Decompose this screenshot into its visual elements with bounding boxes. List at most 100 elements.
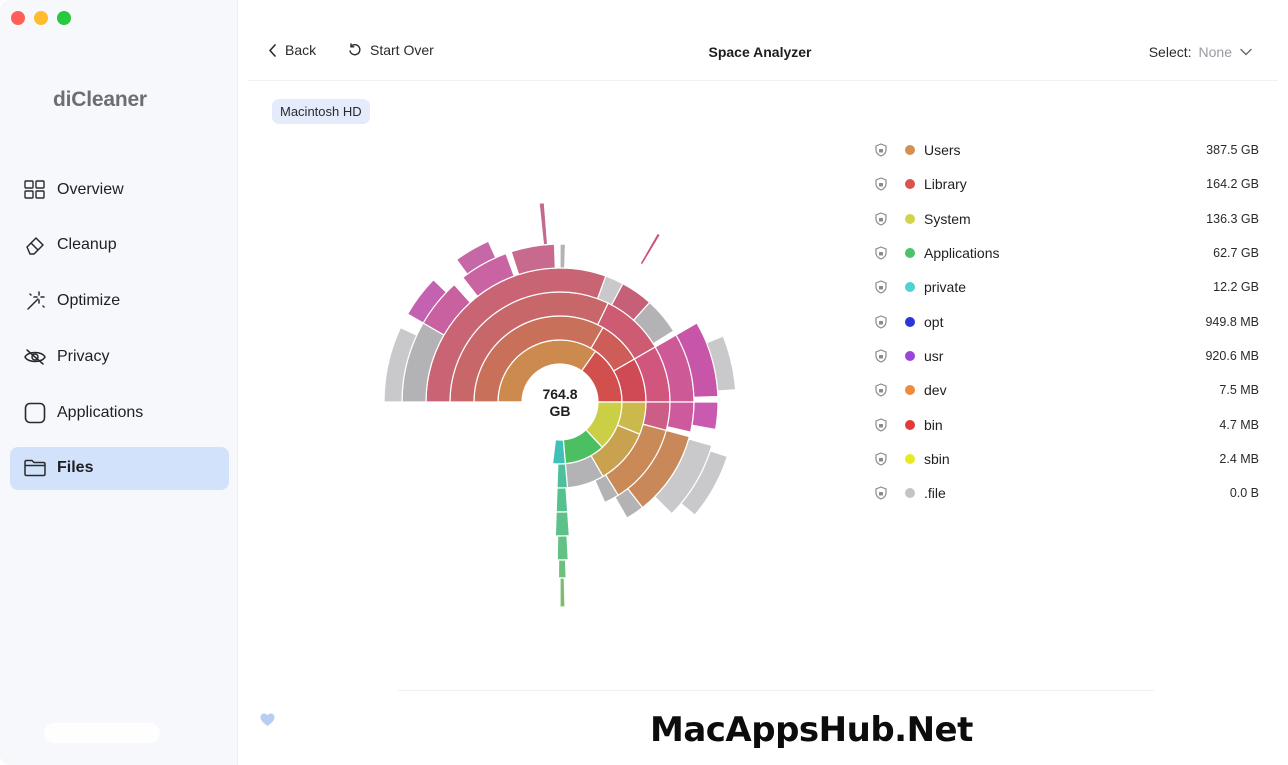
- select-dropdown[interactable]: Select: None: [1149, 44, 1252, 60]
- app-name: diCleaner: [53, 88, 147, 111]
- chevron-down-icon: [1240, 48, 1252, 56]
- sunburst-segment[interactable]: [639, 232, 662, 266]
- legend-color-dot: [905, 248, 915, 259]
- sidebar-item-label: Optimize: [57, 292, 121, 310]
- legend-row-system[interactable]: System 136.3 GB: [874, 202, 1262, 236]
- sunburst-segment[interactable]: [559, 243, 567, 269]
- legend-folder-name: sbin: [924, 450, 950, 467]
- legend-row-dev[interactable]: dev 7.5 MB: [874, 373, 1262, 407]
- legend-folder-size: 920.6 MB: [1205, 348, 1259, 363]
- sidebar-item-overview[interactable]: Overview: [10, 168, 229, 211]
- toolbar: Back Start Over Space Analyzer Select: N…: [248, 28, 1278, 80]
- shield-icon[interactable]: [874, 348, 888, 364]
- legend-folder-name: private: [924, 279, 967, 296]
- eye-slash-icon: [24, 346, 46, 368]
- sunburst-segment[interactable]: [538, 201, 549, 246]
- sunburst-segment[interactable]: [666, 401, 695, 433]
- sidebar-item-privacy[interactable]: Privacy: [10, 335, 229, 378]
- sunburst-segment[interactable]: [554, 511, 570, 537]
- close-window-button[interactable]: [11, 11, 25, 25]
- legend-row-usr[interactable]: usr 920.6 MB: [874, 339, 1262, 373]
- legend-folder-name: Applications: [924, 245, 1000, 262]
- legend-color-dot: [905, 282, 915, 293]
- legend-color-dot: [905, 213, 915, 224]
- sunburst-segment[interactable]: [556, 535, 569, 561]
- heart-icon[interactable]: [260, 713, 275, 727]
- sidebar-item-label: Applications: [57, 403, 144, 421]
- legend-folder-name: usr: [924, 347, 944, 364]
- sunburst-segment[interactable]: [555, 487, 569, 513]
- sidebar-nav: Overview Cleanup Optimize Privacy Applic…: [10, 168, 229, 503]
- legend-color-dot: [905, 145, 915, 156]
- sunburst-center[interactable]: [523, 365, 597, 439]
- shield-icon[interactable]: [874, 417, 888, 433]
- legend-folder-size: 164.2 GB: [1206, 177, 1259, 192]
- legend-row-library[interactable]: Library 164.2 GB: [874, 167, 1262, 201]
- legend-row-users[interactable]: Users 387.5 GB: [874, 133, 1262, 167]
- legend-folder-name: .file: [924, 485, 946, 502]
- legend-folder-size: 2.4 MB: [1219, 451, 1259, 466]
- sunburst-segment[interactable]: [557, 559, 567, 579]
- select-label: Select:: [1148, 44, 1192, 60]
- sidebar-footer: [44, 723, 160, 743]
- sidebar-item-applications[interactable]: Applications: [10, 391, 229, 434]
- legend-folder-size: 7.5 MB: [1219, 383, 1259, 398]
- minimize-window-button[interactable]: [34, 11, 48, 25]
- folder-icon: [24, 457, 46, 479]
- legend-row-applications[interactable]: Applications 62.7 GB: [874, 236, 1262, 270]
- legend-row-private[interactable]: private 12.2 GB: [874, 270, 1262, 304]
- shield-icon[interactable]: [874, 279, 888, 295]
- legend-row-bin[interactable]: bin 4.7 MB: [874, 407, 1262, 441]
- legend-color-dot: [905, 419, 915, 430]
- window-controls: [11, 11, 71, 25]
- bottom-divider: [398, 690, 1154, 691]
- legend-row-opt[interactable]: opt 949.8 MB: [874, 304, 1262, 338]
- magic-wand-icon: [24, 290, 46, 312]
- legend-folder-name: Users: [924, 142, 961, 159]
- sidebar-item-files[interactable]: Files: [10, 446, 229, 490]
- sidebar-item-label: Overview: [57, 180, 124, 198]
- grid-icon: [24, 179, 46, 201]
- legend-folder-size: 0.0 B: [1229, 486, 1259, 501]
- legend-color-dot: [905, 488, 915, 499]
- legend-color-dot: [905, 179, 915, 190]
- app-window: diCleaner Overview Cleanup Optimize Priv…: [0, 0, 1288, 765]
- sidebar-item-label: Cleanup: [57, 236, 117, 254]
- sunburst-segment[interactable]: [691, 401, 719, 431]
- center-total-value: 764.8: [542, 386, 577, 402]
- sidebar-item-cleanup[interactable]: Cleanup: [10, 224, 229, 267]
- breadcrumb-volume-chip[interactable]: Macintosh HD: [272, 99, 370, 124]
- legend-folder-size: 949.8 MB: [1205, 314, 1259, 329]
- toolbar-divider: [248, 80, 1278, 81]
- sunburst-segment[interactable]: [559, 577, 566, 608]
- legend-folder-size: 62.7 GB: [1213, 246, 1259, 261]
- shield-icon[interactable]: [874, 485, 888, 501]
- legend-folder-size: 387.5 GB: [1206, 143, 1259, 158]
- shield-icon[interactable]: [874, 142, 888, 158]
- legend-folder-size: 12.2 GB: [1213, 280, 1259, 295]
- legend-folder-name: bin: [924, 416, 943, 433]
- shield-icon[interactable]: [874, 451, 888, 467]
- legend-folder-name: opt: [924, 313, 944, 330]
- page-title: Space Analyzer: [708, 44, 812, 60]
- shield-icon[interactable]: [874, 176, 888, 192]
- app-square-icon: [24, 402, 46, 424]
- shield-icon[interactable]: [874, 382, 888, 398]
- sidebar-item-label: Files: [57, 459, 94, 477]
- legend-color-dot: [905, 453, 915, 464]
- sunburst-chart[interactable]: 764.8 GB: [360, 180, 780, 610]
- legend-color-dot: [905, 350, 915, 361]
- legend-folder-name: System: [924, 210, 971, 227]
- legend-color-dot: [905, 316, 915, 327]
- shield-icon[interactable]: [874, 245, 888, 261]
- legend-row-sbin[interactable]: sbin 2.4 MB: [874, 442, 1262, 476]
- zoom-window-button[interactable]: [57, 11, 71, 25]
- eraser-icon: [24, 234, 46, 256]
- legend-row-file[interactable]: .file 0.0 B: [874, 476, 1262, 510]
- center-total-unit: GB: [550, 403, 571, 419]
- sidebar-item-optimize[interactable]: Optimize: [10, 280, 229, 323]
- legend-folder-name: dev: [924, 382, 947, 399]
- shield-icon[interactable]: [874, 211, 888, 227]
- sunburst-segment[interactable]: [556, 463, 569, 489]
- shield-icon[interactable]: [874, 314, 888, 330]
